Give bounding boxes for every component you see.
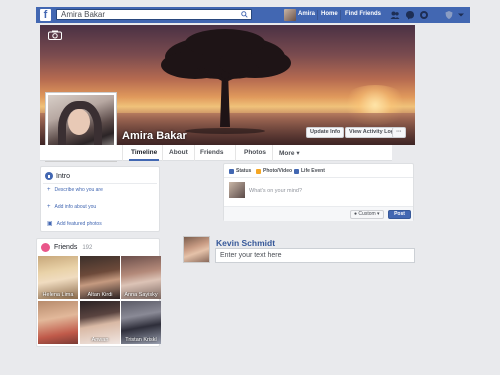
search-icon[interactable] <box>241 11 248 18</box>
profile-name[interactable]: Amira Bakar <box>122 130 187 142</box>
intro-header: Intro <box>45 172 70 180</box>
home-link[interactable]: Home <box>321 11 338 17</box>
messages-icon[interactable] <box>405 10 415 20</box>
friend-tile[interactable]: Anwan <box>80 301 120 344</box>
friend-name: Anna Sayisky <box>124 292 158 298</box>
friend-name: Anwan <box>91 337 109 343</box>
intro-link-label: Add info about you <box>54 204 97 210</box>
intro-card: Intro + Describe who you are + Add info ab… <box>40 166 160 232</box>
commenter-avatar[interactable] <box>183 236 210 263</box>
cover-tree-image <box>161 29 291 134</box>
facebook-logo[interactable]: f <box>40 9 51 21</box>
top-navigation-bar: f Amira Bakar Amira Home Find Friends <box>36 7 470 23</box>
divider <box>162 145 163 161</box>
tab-more[interactable]: More ▾ <box>279 149 300 157</box>
post-button[interactable]: Post <box>388 210 411 219</box>
view-activity-log-button[interactable]: View Activity Log <box>345 127 399 138</box>
tab-about[interactable]: About <box>169 149 188 156</box>
composer-tab-life-event[interactable]: Life Event <box>294 168 325 174</box>
audience-selector[interactable]: ● Custom ▾ <box>350 210 384 219</box>
user-avatar[interactable] <box>284 9 296 21</box>
more-options-button[interactable]: ··· <box>392 127 406 138</box>
tab-friends[interactable]: Friends <box>200 149 223 156</box>
composer-tab-label: Life Event <box>301 168 325 174</box>
friend-tile[interactable]: Anna Sayisky <box>121 256 161 299</box>
pencil-icon <box>229 168 234 174</box>
composer-tab-status[interactable]: Status <box>229 168 251 174</box>
composer-avatar <box>229 182 245 198</box>
divider <box>194 145 195 161</box>
profile-tabs-bar: Timeline About Friends Photos More ▾ <box>40 145 392 161</box>
photo-icon <box>256 168 261 174</box>
post-composer: Status Photo/Video Life Event What's on … <box>223 163 414 221</box>
friends-title[interactable]: Friends <box>54 244 77 251</box>
friend-requests-icon[interactable] <box>390 10 400 20</box>
comment-input[interactable]: Enter your text here <box>215 248 415 263</box>
composer-footer: ● Custom ▾ Post <box>224 206 413 221</box>
plus-icon: + <box>47 187 51 193</box>
divider <box>235 145 236 161</box>
active-tab-indicator <box>129 159 159 161</box>
plus-icon: + <box>47 204 51 210</box>
friends-header: Friends 192 <box>41 243 92 252</box>
tab-photos[interactable]: Photos <box>244 149 266 156</box>
photo-icon: ▣ <box>47 221 53 227</box>
composer-tab-photo-video[interactable]: Photo/Video <box>256 168 292 174</box>
friends-count: 192 <box>82 244 93 251</box>
status-input[interactable]: What's on your mind? <box>249 188 302 194</box>
describe-who-you-are-link[interactable]: + Describe who you are <box>47 187 103 193</box>
friend-tile[interactable] <box>38 301 78 344</box>
friends-card: Friends 192 Helena Lima Altan Kirdi Anna… <box>36 238 161 347</box>
audience-label: Custom ▾ <box>358 211 380 217</box>
divider <box>122 145 123 161</box>
divider <box>340 10 341 20</box>
search-input[interactable]: Amira Bakar <box>56 9 252 20</box>
intro-title: Intro <box>56 172 71 180</box>
intro-link-label: Describe who you are <box>54 187 103 193</box>
divider <box>317 10 318 20</box>
tab-timeline[interactable]: Timeline <box>131 149 157 156</box>
composer-tab-label: Status <box>236 168 252 174</box>
find-friends-link[interactable]: Find Friends <box>345 11 381 17</box>
commenter-name[interactable]: Kevin Schmidt <box>216 238 275 248</box>
camera-icon[interactable] <box>48 30 62 40</box>
friend-tile[interactable]: Tristan Kriskl <box>121 301 161 344</box>
divider <box>272 145 273 161</box>
friend-name: Altan Kirdi <box>87 292 113 298</box>
info-icon <box>45 172 53 180</box>
friend-tile[interactable]: Helena Lima <box>38 256 78 299</box>
update-info-button[interactable]: Update Info <box>306 127 345 138</box>
search-value: Amira Bakar <box>61 10 106 19</box>
user-name-link[interactable]: Amira <box>298 11 315 17</box>
flag-icon <box>294 168 299 174</box>
account-menu-icon[interactable] <box>456 10 466 20</box>
privacy-icon[interactable] <box>444 10 454 20</box>
friend-tile[interactable]: Altan Kirdi <box>80 256 120 299</box>
composer-tabs: Status Photo/Video Life Event <box>224 164 413 178</box>
friend-name: Helena Lima <box>42 292 74 298</box>
divider <box>43 183 157 184</box>
notifications-icon[interactable] <box>419 10 429 20</box>
friends-icon <box>41 243 50 252</box>
composer-tab-label: Photo/Video <box>263 168 293 174</box>
add-featured-photos-link[interactable]: ▣ Add featured photos <box>47 220 102 227</box>
friend-name: Tristan Kriskl <box>125 337 157 343</box>
intro-link-label: Add featured photos <box>56 221 102 227</box>
add-info-link[interactable]: + Add info about you <box>47 204 96 210</box>
